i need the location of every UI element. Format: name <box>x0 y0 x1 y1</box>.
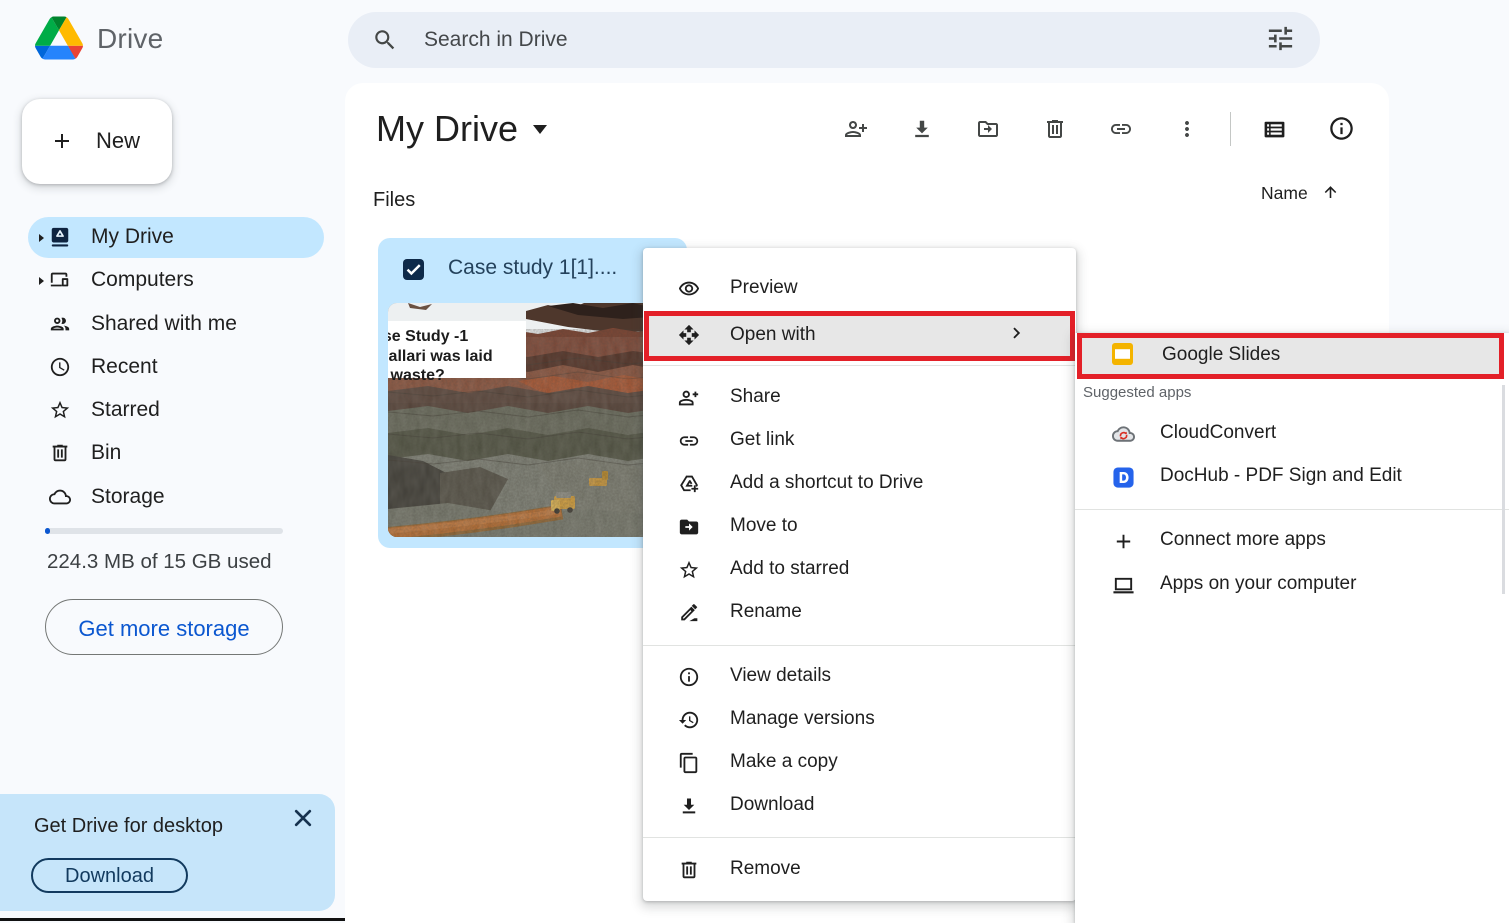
svg-text:ase Study -1: ase Study -1 <box>388 328 468 345</box>
svg-text:Ballari was laid: Ballari was laid <box>388 348 493 365</box>
svg-text:to waste?: to waste? <box>388 367 445 384</box>
